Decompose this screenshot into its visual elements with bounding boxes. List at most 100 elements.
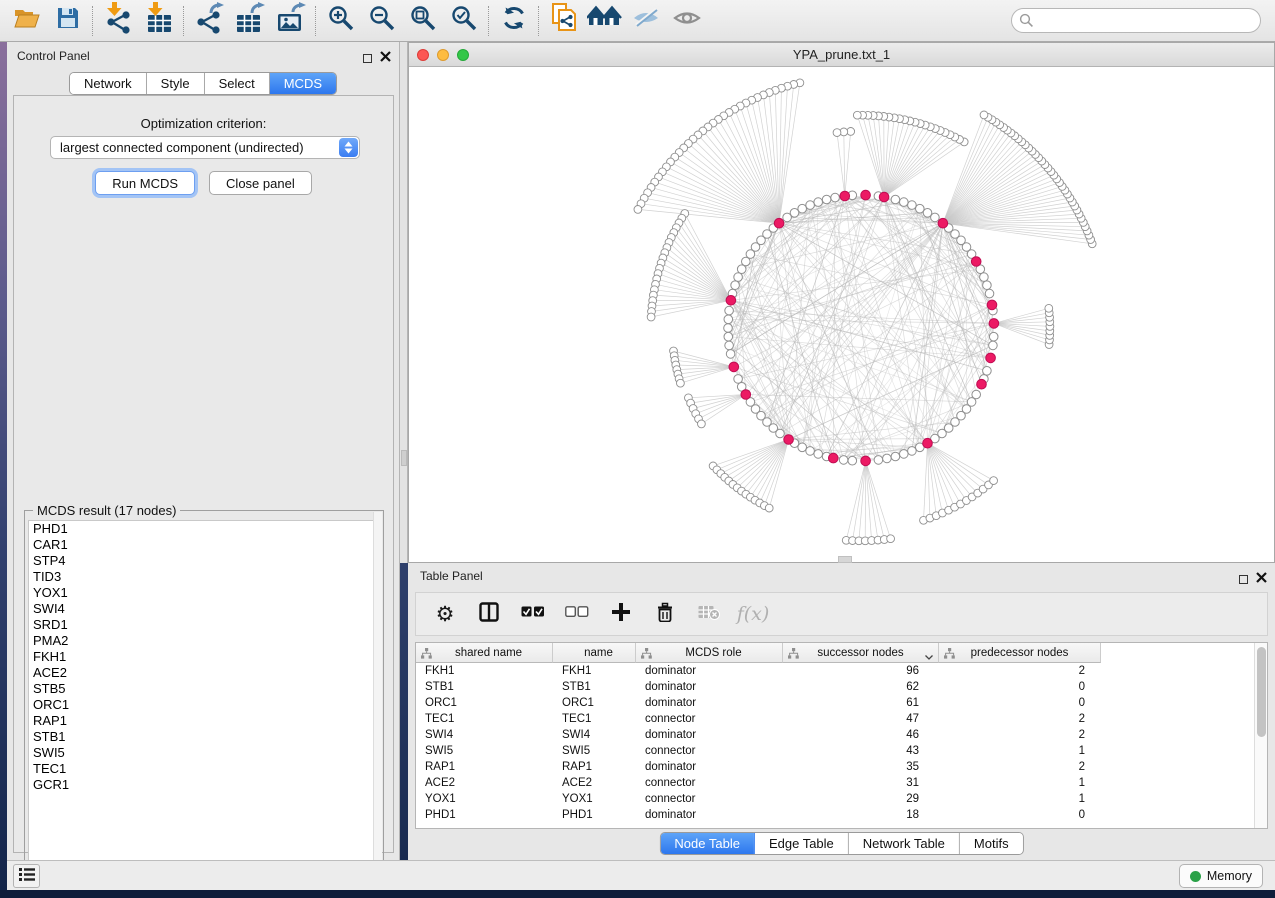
table-row[interactable]: TEC1TEC1connector472 <box>416 711 1267 727</box>
table-options-button[interactable]: ⚙ <box>430 599 460 629</box>
column-header-predecessor-nodes[interactable]: predecessor nodes <box>939 643 1101 663</box>
import-table-button[interactable] <box>138 3 179 39</box>
search-input[interactable] <box>1011 8 1261 33</box>
tab-node-table[interactable]: Node Table <box>660 833 755 854</box>
close-panel-icon[interactable] <box>380 49 391 67</box>
trash-icon <box>656 602 674 627</box>
mcds-result-item[interactable]: TEC1 <box>29 761 380 777</box>
mcds-result-item[interactable]: STB1 <box>29 729 380 745</box>
mcds-list-scrollbar[interactable] <box>373 512 382 869</box>
table-scrollbar-thumb[interactable] <box>1257 647 1266 737</box>
table-cell: SWI5 <box>416 743 553 759</box>
mcds-result-item[interactable]: PMA2 <box>29 633 380 649</box>
table-row[interactable]: RAP1RAP1dominator352 <box>416 759 1267 775</box>
toolbar-separator <box>183 6 184 36</box>
run-mcds-button[interactable]: Run MCDS <box>95 171 195 195</box>
vertical-splitter[interactable] <box>400 42 408 563</box>
horizontal-splitter-grip[interactable] <box>838 556 852 563</box>
table-row[interactable]: SWI4SWI4dominator462 <box>416 727 1267 743</box>
memory-button[interactable]: Memory <box>1179 864 1263 888</box>
delete-column-button[interactable] <box>650 599 680 629</box>
mcds-result-item[interactable]: STP4 <box>29 553 380 569</box>
hide-selected-button[interactable] <box>625 3 666 39</box>
table-scrollbar[interactable] <box>1254 643 1267 828</box>
task-history-button[interactable] <box>13 864 40 888</box>
column-header-shared-name[interactable]: shared name <box>416 643 553 663</box>
tab-mcds[interactable]: MCDS <box>270 73 336 94</box>
export-image-button[interactable] <box>270 3 311 39</box>
table-row[interactable]: ORC1ORC1dominator610 <box>416 695 1267 711</box>
column-header-name[interactable]: name <box>553 643 636 663</box>
mcds-result-list[interactable]: PHD1CAR1STP4TID3YOX1SWI4SRD1PMA2FKH1ACE2… <box>28 520 381 879</box>
columns-icon <box>479 602 499 627</box>
table-row[interactable]: SWI5SWI5connector431 <box>416 743 1267 759</box>
export-table-icon <box>234 2 266 39</box>
table-row[interactable]: STB1STB1dominator620 <box>416 679 1267 695</box>
tab-motifs[interactable]: Motifs <box>960 833 1023 854</box>
tab-style[interactable]: Style <box>147 73 205 94</box>
splitter-grip[interactable] <box>401 450 407 466</box>
panel-title: Table Panel <box>420 569 483 583</box>
mcds-result-item[interactable]: PHD1 <box>29 521 380 537</box>
zoom-fit-button[interactable] <box>402 3 443 39</box>
mcds-result-item[interactable]: SWI4 <box>29 601 380 617</box>
table-cell: 35 <box>783 759 939 775</box>
optimization-criterion-dropdown[interactable]: largest connected component (undirected) <box>50 136 360 159</box>
select-all-columns-button[interactable] <box>518 599 548 629</box>
mcds-result-item[interactable]: YOX1 <box>29 585 380 601</box>
tab-network-table[interactable]: Network Table <box>849 833 960 854</box>
table-cell: 29 <box>783 791 939 807</box>
float-panel-icon[interactable] <box>363 54 372 63</box>
control-panel-tabs: Network Style Select MCDS <box>69 72 337 95</box>
tab-edge-table[interactable]: Edge Table <box>755 833 849 854</box>
tab-select[interactable]: Select <box>205 73 270 94</box>
mcds-result-item[interactable]: SWI5 <box>29 745 380 761</box>
table-row[interactable]: YOX1YOX1connector291 <box>416 791 1267 807</box>
column-header-successor-nodes[interactable]: successor nodes <box>783 643 939 663</box>
mcds-result-item[interactable]: SRD1 <box>29 617 380 633</box>
mcds-result-item[interactable]: RAP1 <box>29 713 380 729</box>
control-panel: Control Panel Network Style Select MCDS … <box>7 42 400 860</box>
close-panel-button[interactable]: Close panel <box>209 171 312 195</box>
mcds-result-item[interactable]: TID3 <box>29 569 380 585</box>
zoom-selected-button[interactable] <box>443 3 484 39</box>
export-network-button[interactable] <box>188 3 229 39</box>
table-cell: 0 <box>939 807 1101 823</box>
table-row[interactable]: ACE2ACE2connector311 <box>416 775 1267 791</box>
show-columns-button[interactable] <box>474 599 504 629</box>
network-canvas[interactable] <box>409 68 1274 562</box>
mcds-result-item[interactable]: ORC1 <box>29 697 380 713</box>
close-panel-icon[interactable] <box>1256 570 1267 588</box>
table-cell: 47 <box>783 711 939 727</box>
show-hidden-button[interactable] <box>666 3 707 39</box>
export-table-button[interactable] <box>229 3 270 39</box>
zoom-out-button[interactable] <box>361 3 402 39</box>
create-column-button[interactable] <box>606 599 636 629</box>
mcds-result-item[interactable]: GCR1 <box>29 777 380 793</box>
network-window-titlebar[interactable]: YPA_prune.txt_1 <box>409 43 1274 67</box>
table-cell: 0 <box>939 679 1101 695</box>
unselect-all-columns-button[interactable] <box>562 599 592 629</box>
table-cell: 2 <box>939 759 1101 775</box>
first-neighbors-button[interactable] <box>584 3 625 39</box>
table-row[interactable]: PHD1PHD1dominator180 <box>416 807 1267 823</box>
control-panel-header: Control Panel <box>7 42 399 70</box>
clone-network-button[interactable] <box>543 3 584 39</box>
open-file-button[interactable] <box>6 3 47 39</box>
network-graph[interactable] <box>409 68 1274 562</box>
desktop-wallpaper-left <box>0 42 7 890</box>
dropdown-stepper-icon <box>339 138 358 157</box>
float-panel-icon[interactable] <box>1239 575 1248 584</box>
refresh-button[interactable] <box>493 3 534 39</box>
tab-network[interactable]: Network <box>70 73 147 94</box>
save-session-button[interactable] <box>47 3 88 39</box>
mcds-result-item[interactable]: FKH1 <box>29 649 380 665</box>
mcds-result-item[interactable]: CAR1 <box>29 537 380 553</box>
table-row[interactable]: FKH1FKH1dominator962 <box>416 663 1267 679</box>
table-cell: 2 <box>939 663 1101 679</box>
mcds-result-item[interactable]: STB5 <box>29 681 380 697</box>
mcds-result-item[interactable]: ACE2 <box>29 665 380 681</box>
import-network-button[interactable] <box>97 3 138 39</box>
column-header-mcds-role[interactable]: MCDS role <box>636 643 783 663</box>
zoom-in-button[interactable] <box>320 3 361 39</box>
